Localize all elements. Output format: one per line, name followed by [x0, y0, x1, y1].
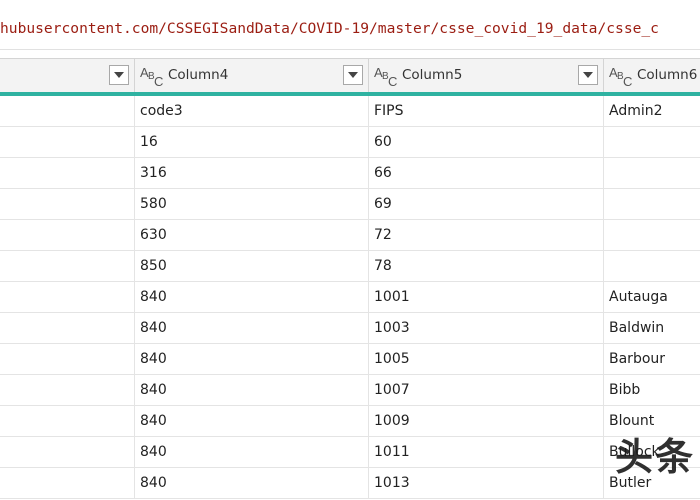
table-row[interactable]: 850 78 — [0, 251, 700, 282]
table-row[interactable]: 840 1013 Butler — [0, 468, 700, 499]
text-type-icon[interactable]: A B C — [609, 65, 635, 89]
table-cell[interactable] — [0, 406, 135, 436]
table-cell[interactable]: 1007 — [369, 375, 604, 405]
table-row[interactable]: 630 72 — [0, 220, 700, 251]
table-cell[interactable]: Bibb — [604, 375, 700, 405]
table-cell[interactable]: 60 — [369, 127, 604, 157]
table-cell[interactable]: 840 — [135, 468, 369, 498]
table-cell[interactable]: 316 — [135, 158, 369, 188]
table-row[interactable]: 16 60 — [0, 127, 700, 158]
table-cell[interactable] — [604, 251, 700, 281]
table-cell[interactable] — [0, 468, 135, 498]
table-cell[interactable]: 840 — [135, 313, 369, 343]
table-cell[interactable]: 630 — [135, 220, 369, 250]
data-grid: 3 A B C Column4 A B — [0, 58, 700, 500]
table-cell[interactable] — [0, 127, 135, 157]
table-cell[interactable] — [0, 220, 135, 250]
table-cell[interactable] — [604, 158, 700, 188]
chevron-down-icon — [114, 72, 124, 78]
table-cell[interactable] — [0, 375, 135, 405]
column-header-column5[interactable]: A B C Column5 — [369, 59, 604, 92]
formula-text[interactable]: hubusercontent.com/CSSEGISandData/COVID-… — [0, 20, 659, 37]
table-cell[interactable] — [604, 220, 700, 250]
table-cell[interactable] — [604, 127, 700, 157]
table-cell[interactable]: Barbour — [604, 344, 700, 374]
text-type-icon[interactable]: A B C — [140, 65, 166, 89]
power-query-preview: hubusercontent.com/CSSEGISandData/COVID-… — [0, 0, 700, 500]
table-row[interactable]: 840 1001 Autauga — [0, 282, 700, 313]
table-cell[interactable]: 16 — [135, 127, 369, 157]
table-row[interactable]: 840 1009 Blount — [0, 406, 700, 437]
table-cell[interactable]: 1011 — [369, 437, 604, 467]
text-type-icon[interactable]: A B C — [374, 65, 400, 89]
watermark-logo: 头条 — [615, 435, 696, 479]
table-cell[interactable]: Admin2 — [604, 96, 700, 126]
table-cell[interactable] — [0, 96, 135, 126]
column-filter-dropdown[interactable] — [578, 65, 598, 85]
column-name: Column4 — [168, 67, 229, 83]
table-cell[interactable]: 840 — [135, 406, 369, 436]
table-row[interactable]: 840 1003 Baldwin — [0, 313, 700, 344]
table-cell[interactable] — [0, 158, 135, 188]
table-cell[interactable]: 66 — [369, 158, 604, 188]
column-filter-dropdown[interactable] — [343, 65, 363, 85]
table-row[interactable]: code3 FIPS Admin2 — [0, 96, 700, 127]
table-cell[interactable] — [0, 189, 135, 219]
table-cell[interactable]: 69 — [369, 189, 604, 219]
table-cell[interactable]: 850 — [135, 251, 369, 281]
table-cell[interactable]: 1005 — [369, 344, 604, 374]
table-cell[interactable] — [0, 344, 135, 374]
table-cell[interactable]: 1003 — [369, 313, 604, 343]
column-name: Column6 — [637, 67, 698, 83]
table-cell[interactable] — [0, 251, 135, 281]
table-cell[interactable] — [604, 189, 700, 219]
table-row[interactable]: 580 69 — [0, 189, 700, 220]
table-cell[interactable]: Autauga — [604, 282, 700, 312]
table-cell[interactable]: 840 — [135, 437, 369, 467]
table-cell[interactable]: FIPS — [369, 96, 604, 126]
table-cell[interactable]: 840 — [135, 375, 369, 405]
column-header-row: 3 A B C Column4 A B — [0, 58, 700, 92]
table-cell[interactable] — [0, 313, 135, 343]
column-header-3[interactable]: 3 — [0, 59, 135, 92]
table-cell[interactable]: 78 — [369, 251, 604, 281]
table-cell[interactable]: code3 — [135, 96, 369, 126]
table-row[interactable]: 316 66 — [0, 158, 700, 189]
table-cell[interactable]: 1009 — [369, 406, 604, 436]
table-cell[interactable]: 1001 — [369, 282, 604, 312]
table-row[interactable]: 840 1007 Bibb — [0, 375, 700, 406]
table-cell[interactable]: 840 — [135, 344, 369, 374]
formula-bar[interactable]: hubusercontent.com/CSSEGISandData/COVID-… — [0, 0, 700, 50]
table-row[interactable]: 840 1005 Barbour — [0, 344, 700, 375]
column-header-column4[interactable]: A B C Column4 — [135, 59, 369, 92]
table-cell[interactable]: 1013 — [369, 468, 604, 498]
column-filter-dropdown[interactable] — [109, 65, 129, 85]
table-cell[interactable]: 72 — [369, 220, 604, 250]
chevron-down-icon — [348, 72, 358, 78]
chevron-down-icon — [583, 72, 593, 78]
table-cell[interactable]: 580 — [135, 189, 369, 219]
table-row[interactable]: 840 1011 Bullock — [0, 437, 700, 468]
column-header-column6[interactable]: A B C Column6 — [604, 59, 700, 92]
table-cell[interactable] — [0, 437, 135, 467]
column-name: 3 — [0, 67, 1, 83]
table-cell[interactable]: 840 — [135, 282, 369, 312]
table-cell[interactable] — [0, 282, 135, 312]
table-cell[interactable]: Baldwin — [604, 313, 700, 343]
column-name: Column5 — [402, 67, 463, 83]
